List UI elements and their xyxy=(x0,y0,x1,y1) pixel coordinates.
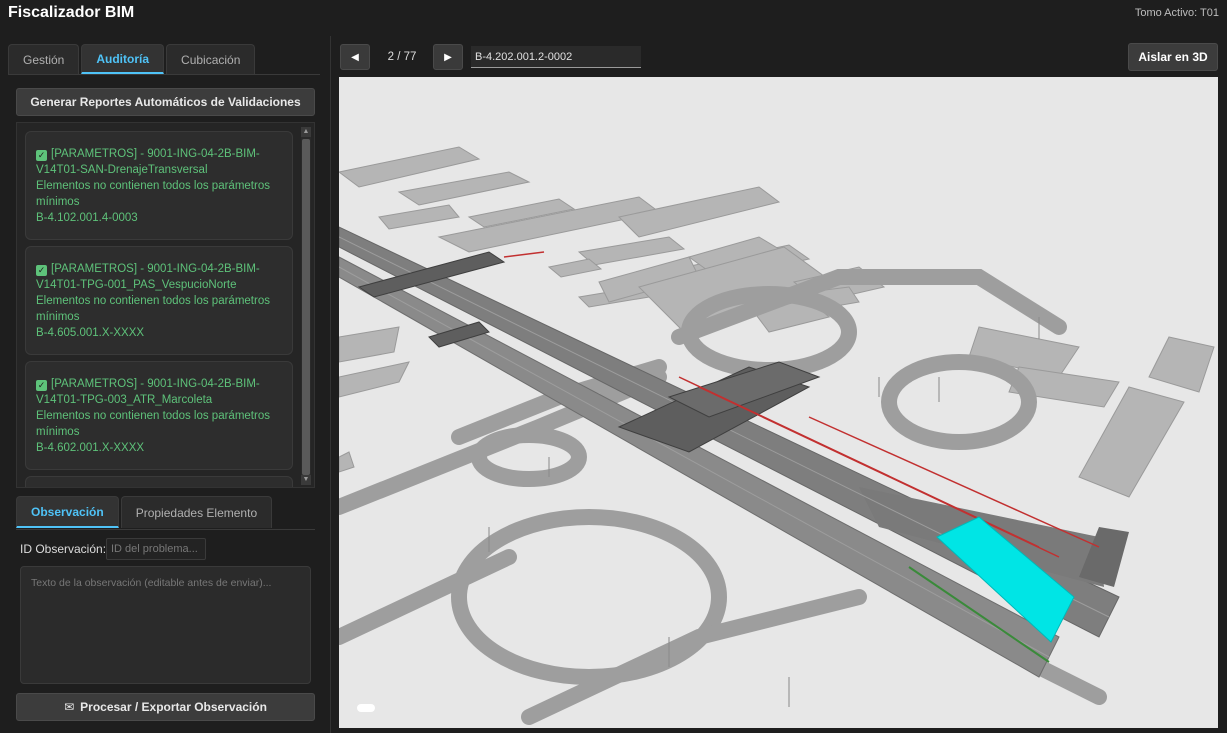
checkbox-checked-icon[interactable]: ✓ xyxy=(36,380,47,391)
left-panel: Gestión Auditoría Cubicación Generar Rep… xyxy=(0,36,330,733)
checkbox-checked-icon[interactable]: ✓ xyxy=(36,150,47,161)
process-export-label: Procesar / Exportar Observación xyxy=(80,700,267,714)
validation-model: V14T01-TPG-003_ATR_Marcoleta xyxy=(36,394,213,406)
observation-panel: ID Observación: xyxy=(16,529,315,689)
next-button[interactable]: ▶ xyxy=(433,44,463,70)
3d-viewport[interactable] xyxy=(339,77,1218,728)
validation-title: [PARAMETROS] - 9001-ING-04-2B-BIM- xyxy=(51,378,260,390)
previous-button[interactable]: ◀ xyxy=(340,44,370,70)
app-title: Fiscalizador BIM xyxy=(8,4,135,21)
triangle-right-icon: ▶ xyxy=(444,51,452,63)
validation-message-cont: mínimos xyxy=(36,311,80,323)
validation-title: [PARAMETROS] - 9001-ING-04-2B-BIM- xyxy=(51,263,260,275)
main-tabs: Gestión Auditoría Cubicación xyxy=(8,44,256,74)
tab-divider xyxy=(8,74,320,75)
3d-model-render[interactable] xyxy=(339,77,1218,728)
scrollbar-thumb[interactable] xyxy=(302,139,310,475)
app-header: Fiscalizador BIM Tomo Activo: T01 xyxy=(0,0,1227,30)
validation-list[interactable]: ✓ [PARAMETROS] - 9001-ING-04-2B-BIM- V14T… xyxy=(16,122,315,488)
validation-item[interactable]: ✓ [PARAMETROS] - 9001-ING-04-2B-BIM- V14T… xyxy=(25,131,293,240)
detail-tabs: Observación Propiedades Elemento xyxy=(16,496,273,528)
validation-model: V14T01-SAN-DrenajeTransversal xyxy=(36,164,208,176)
validation-message: Elementos no contienen todos los parámet… xyxy=(36,410,270,422)
viewport-indicator xyxy=(357,704,375,712)
envelope-icon: ✉ xyxy=(64,700,75,714)
scroll-up-icon[interactable]: ▲ xyxy=(301,127,311,137)
validation-message: Elementos no contienen todos los parámet… xyxy=(36,180,270,192)
tab-propiedades-elemento[interactable]: Propiedades Elemento xyxy=(120,496,273,528)
observation-id-input[interactable] xyxy=(106,538,206,560)
validation-model: V14T01-TPG-001_PAS_VespucioNorte xyxy=(36,279,237,291)
validation-element-id: B-4.605.001.X-XXXX xyxy=(36,327,145,339)
validation-list-scrollbar[interactable]: ▲ ▼ xyxy=(301,127,311,485)
observation-id-label: ID Observación: xyxy=(20,542,107,556)
panel-divider[interactable] xyxy=(330,36,331,733)
triangle-left-icon: ◀ xyxy=(351,51,359,63)
scroll-down-icon[interactable]: ▼ xyxy=(301,475,311,485)
validation-title: [PARAMETROS] - 9001-ING-04-2B-BIM- xyxy=(51,148,260,160)
element-id-input[interactable] xyxy=(471,46,641,68)
tab-auditoria[interactable]: Auditoría xyxy=(81,44,165,74)
validation-element-id: B-4.102.001.4-0003 xyxy=(36,212,138,224)
tab-gestion[interactable]: Gestión xyxy=(8,44,80,74)
validation-element-id: B-4.602.001.X-XXXX xyxy=(36,442,145,454)
validation-item[interactable]: ✓ [PARAMETROS] - 9001-ING-04-2B-BIM- V14T… xyxy=(25,246,293,355)
active-tomo-label: Tomo Activo: T01 xyxy=(1134,7,1219,19)
page-counter: 2 / 77 xyxy=(387,51,417,63)
validation-message: Elementos no contienen todos los parámet… xyxy=(36,295,270,307)
validation-message-cont: mínimos xyxy=(36,196,80,208)
checkbox-checked-icon[interactable]: ✓ xyxy=(36,265,47,276)
process-export-button[interactable]: ✉ Procesar / Exportar Observación xyxy=(16,693,315,721)
validation-item-partial[interactable] xyxy=(25,476,293,487)
generate-reports-button[interactable]: Generar Reportes Automáticos de Validaci… xyxy=(16,88,315,116)
observation-text-input[interactable] xyxy=(20,566,311,684)
validation-message-cont: mínimos xyxy=(36,426,80,438)
tab-observacion[interactable]: Observación xyxy=(16,496,119,528)
isolate-3d-button[interactable]: Aislar en 3D xyxy=(1128,43,1218,71)
validation-item[interactable]: ✓ [PARAMETROS] - 9001-ING-04-2B-BIM- V14T… xyxy=(25,361,293,470)
tab-cubicacion[interactable]: Cubicación xyxy=(166,44,256,74)
